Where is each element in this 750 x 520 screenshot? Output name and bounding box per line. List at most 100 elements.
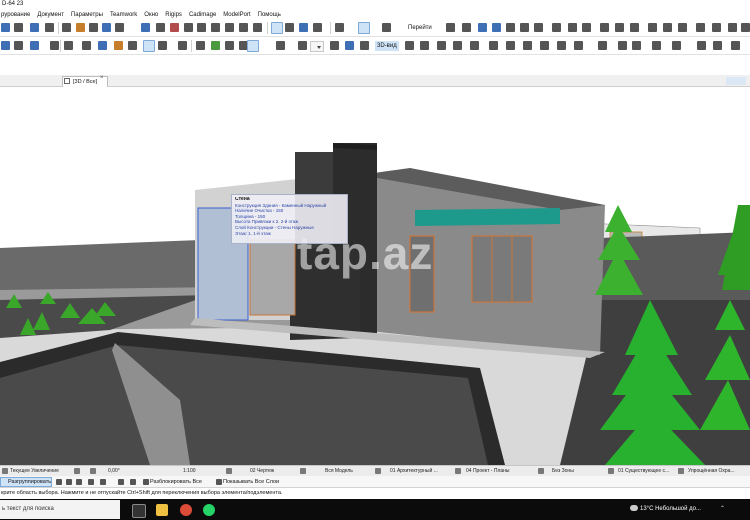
layer-icon[interactable] (14, 23, 23, 32)
line-type-icon[interactable] (247, 40, 259, 52)
trim-icon[interactable] (184, 23, 193, 32)
3d-view-button[interactable]: 3D-вид (375, 41, 399, 51)
hatch-icon[interactable] (64, 41, 73, 50)
arc-icon[interactable] (98, 41, 107, 50)
section-icon[interactable] (285, 23, 294, 32)
layout-icon[interactable] (382, 23, 391, 32)
measure-icon[interactable] (89, 23, 98, 32)
group-icon[interactable] (56, 479, 62, 485)
fill-icon[interactable] (298, 41, 307, 50)
door-icon[interactable] (678, 23, 687, 32)
angle-value[interactable]: 0,00° (108, 467, 120, 475)
marquee-icon[interactable] (600, 23, 609, 32)
copy-icon[interactable] (102, 23, 111, 32)
3d-window-icon[interactable] (360, 41, 369, 50)
window-icon[interactable] (663, 23, 672, 32)
paste-icon[interactable] (115, 23, 124, 32)
hide-icon[interactable] (100, 479, 106, 485)
menu-item-options[interactable]: Параметры (71, 12, 103, 18)
renovation-dropdown[interactable]: 01 Существующее с... (618, 467, 676, 475)
pen-icon[interactable] (196, 41, 205, 50)
curtain-wall-icon[interactable] (574, 41, 583, 50)
zones-dropdown[interactable]: Без Зоны (552, 467, 574, 475)
rotate-icon[interactable] (225, 23, 234, 32)
change-icon[interactable] (731, 41, 740, 50)
zone-icon[interactable] (178, 41, 187, 50)
3d-view-icon[interactable] (358, 22, 370, 34)
stair-icon[interactable] (489, 41, 498, 50)
menu-item-rigips[interactable]: Rigips (165, 12, 182, 18)
nav-forward-icon[interactable] (462, 23, 471, 32)
layer-hide-icon[interactable] (130, 479, 136, 485)
sun-icon[interactable] (568, 23, 577, 32)
layer-combo-dropdown[interactable]: 01 Архитектурный ... (390, 467, 445, 475)
taskbar-search-input[interactable]: ь текст для поиска (0, 500, 120, 519)
whatsapp-icon[interactable] (203, 504, 215, 516)
tree-icon[interactable] (470, 41, 479, 50)
show-all-layers-button[interactable]: Показывать Все Слои (215, 477, 279, 487)
menu-item-document[interactable]: Документ (37, 12, 64, 18)
column-tool-icon[interactable] (14, 41, 23, 50)
split-icon[interactable] (197, 23, 206, 32)
guide-icon[interactable] (76, 23, 85, 32)
unlock-all-button[interactable]: Разблокировать Все (142, 477, 202, 487)
elevation-icon[interactable] (271, 22, 283, 34)
mesh-icon[interactable] (632, 41, 641, 50)
opening-icon[interactable] (672, 41, 681, 50)
railing-icon[interactable] (506, 41, 515, 50)
structure-dropdown[interactable]: Упрощённая Охра... (688, 467, 748, 475)
pen-set-dropdown[interactable]: 04 Проект - Планы (466, 467, 526, 475)
pointer-icon[interactable] (1, 23, 10, 32)
menu-item-help[interactable]: Помощь (258, 12, 281, 18)
render-icon[interactable] (552, 23, 561, 32)
beam-tool-icon[interactable] (30, 41, 39, 50)
walk-icon[interactable] (437, 41, 446, 50)
nav-back-icon[interactable] (446, 23, 455, 32)
box-icon[interactable] (420, 41, 429, 50)
person-icon[interactable] (453, 41, 462, 50)
interior-icon[interactable] (313, 23, 322, 32)
suspend-groups-icon[interactable] (66, 479, 72, 485)
slab-tool-icon[interactable] (50, 41, 59, 50)
zoom-dropdown[interactable]: Текущее Увеличение (10, 467, 70, 475)
rotate-view-icon[interactable] (74, 468, 80, 474)
zoom-out-icon[interactable] (492, 23, 501, 32)
weather-widget[interactable]: 13°C Небольшой до... (640, 503, 701, 516)
angle-icon[interactable] (90, 468, 96, 474)
pan-icon[interactable] (534, 23, 543, 32)
brush-icon[interactable] (211, 41, 220, 50)
shell-icon[interactable] (540, 41, 549, 50)
ungroup-button[interactable]: Разгруппировать (0, 477, 52, 487)
fill-dropdown[interactable] (310, 41, 324, 52)
photo-icon[interactable] (696, 23, 705, 32)
menu-item-cadimage[interactable]: Cadimage (189, 12, 216, 18)
snap-icon[interactable] (62, 23, 71, 32)
explode-icon[interactable] (648, 23, 657, 32)
filter-icon[interactable] (630, 23, 639, 32)
zoom-in-icon[interactable] (478, 23, 487, 32)
scale-dropdown[interactable]: 1:100 (183, 467, 196, 475)
morph-icon[interactable] (557, 41, 566, 50)
undo-icon[interactable] (141, 23, 150, 32)
lamp-icon[interactable] (618, 41, 627, 50)
drawing-dropdown[interactable]: 02 Чертеж (250, 467, 274, 475)
tab-scroll-button[interactable] (726, 77, 746, 85)
cutaway-icon[interactable] (615, 23, 624, 32)
eyedropper-icon[interactable] (225, 41, 234, 50)
menu-item-design[interactable]: рурование (1, 12, 30, 18)
detail-icon[interactable] (697, 41, 706, 50)
grid-tool-icon[interactable] (299, 23, 308, 32)
lock-icon[interactable] (76, 479, 82, 485)
worksheet-icon[interactable] (713, 41, 722, 50)
line-icon[interactable] (82, 41, 91, 50)
print-icon[interactable] (728, 23, 737, 32)
layer-lock-icon[interactable] (118, 479, 124, 485)
label-icon[interactable] (128, 41, 137, 50)
design-icon[interactable] (30, 23, 39, 32)
zoom-icon[interactable] (2, 468, 8, 474)
go-to-label[interactable]: Перейти (408, 23, 432, 33)
mirror-icon[interactable] (239, 23, 248, 32)
tray-chevron-icon[interactable]: ⌃ (720, 505, 725, 512)
settings-icon[interactable] (712, 23, 721, 32)
close-icon[interactable]: × (100, 75, 104, 81)
